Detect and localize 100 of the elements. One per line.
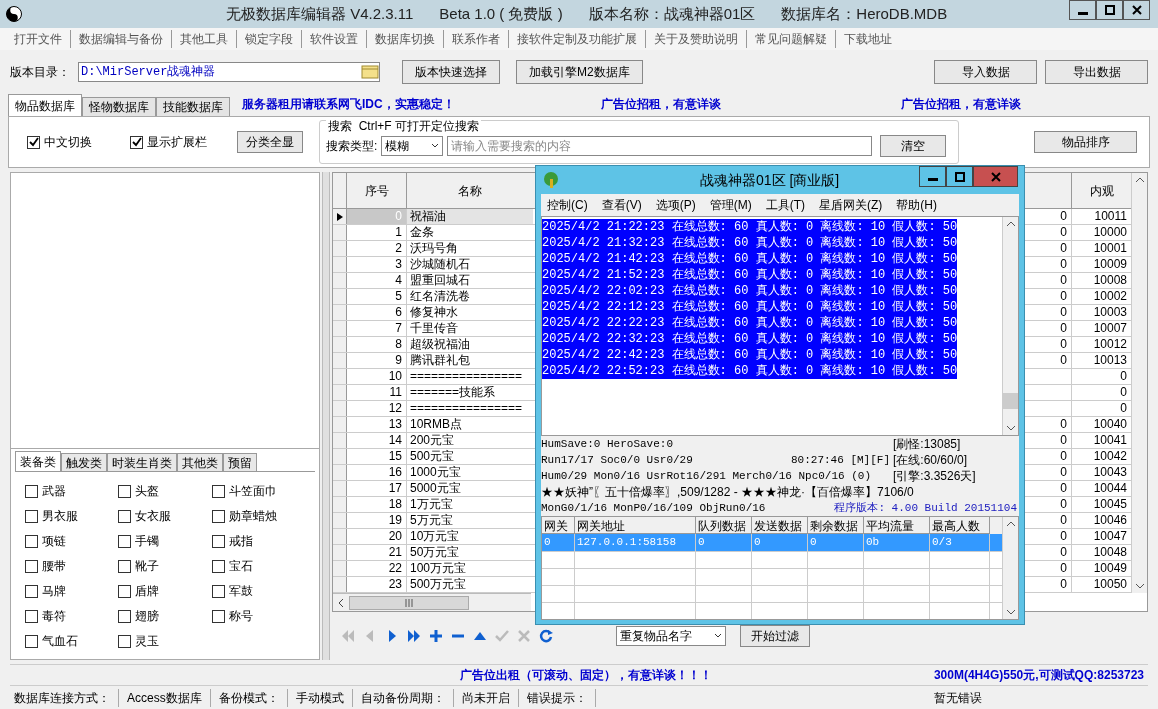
minimize-button[interactable]: [1069, 0, 1096, 20]
checkbox[interactable]: [211, 609, 225, 623]
minimize-icon: [927, 178, 938, 181]
tab[interactable]: 物品数据库: [8, 94, 82, 116]
menu-item[interactable]: 查看(V): [601, 196, 642, 214]
row-header[interactable]: [333, 209, 347, 224]
search-type-select[interactable]: 模糊: [381, 136, 444, 156]
column-header[interactable]: 序号: [347, 173, 407, 208]
close-button[interactable]: [1123, 0, 1150, 20]
menu-item[interactable]: 数据库切换: [366, 30, 443, 48]
clear-button[interactable]: 清空: [880, 135, 947, 157]
checkbox[interactable]: [118, 534, 132, 548]
checkbox[interactable]: [25, 609, 38, 623]
table-cell: 9: [347, 353, 407, 368]
show-all-button[interactable]: 分类全显: [237, 131, 303, 153]
directory-field[interactable]: D:\MirServer战魂神器: [78, 62, 380, 82]
menu-item[interactable]: 星盾网关(Z): [819, 196, 883, 214]
table-cell-text: 0: [1059, 273, 1068, 288]
menu-item[interactable]: 控制(C): [547, 196, 588, 214]
category-tab[interactable]: 预留: [223, 453, 257, 471]
checkbox[interactable]: [211, 484, 225, 498]
status-label: 自动备份周期：: [352, 688, 454, 707]
checkbox[interactable]: [25, 509, 38, 523]
tab[interactable]: 技能数据库: [156, 97, 230, 116]
refresh-icon[interactable]: [538, 628, 554, 644]
category-tab[interactable]: 触发类: [61, 453, 107, 471]
checkbox[interactable]: [211, 509, 225, 523]
checkbox-label: 气血石: [42, 633, 78, 650]
ad-text: 广告位出租（可滚动、固定），有意详谈！！！: [460, 667, 712, 684]
toolbar-button[interactable]: 导入数据: [934, 60, 1037, 84]
plus-icon[interactable]: [428, 628, 444, 644]
table-cell-text: 超级祝福油: [409, 337, 471, 352]
search-field[interactable]: 请输入需要搜索的内容: [447, 136, 873, 156]
vertical-scrollbar[interactable]: [1002, 517, 1018, 619]
sort-button[interactable]: 物品排序: [1034, 131, 1137, 153]
vertical-scrollbar[interactable]: [1131, 173, 1147, 593]
maximize-button[interactable]: [946, 166, 973, 187]
checkbox[interactable]: [25, 634, 38, 648]
checkbox[interactable]: [25, 584, 38, 598]
filter-button[interactable]: 开始过滤: [740, 625, 810, 647]
checkbox[interactable]: [118, 634, 132, 648]
menu-item[interactable]: 其他工具: [171, 30, 236, 48]
menu-item[interactable]: 常见问题解疑: [746, 30, 835, 48]
last-record-icon[interactable]: [406, 628, 422, 644]
checkbox-label: 勋章蜡烛: [228, 508, 277, 525]
table-cell-text: 盟重回城石: [409, 273, 471, 288]
toolbar-button[interactable]: 导出数据: [1045, 60, 1148, 84]
folder-icon: [361, 65, 379, 79]
checkbox[interactable]: [211, 534, 225, 548]
menu-item[interactable]: 锁定字段: [236, 30, 301, 48]
checkbox-label: 手镯: [135, 533, 160, 550]
scrollbar-thumb[interactable]: [1003, 393, 1018, 409]
menu-item[interactable]: 软件设置: [301, 30, 366, 48]
table-cell-text: ================: [409, 401, 524, 416]
checkbox[interactable]: [27, 135, 40, 149]
vertical-scrollbar[interactable]: [1002, 217, 1018, 435]
toolbar-button[interactable]: 版本快速选择: [402, 60, 500, 84]
tab[interactable]: 怪物数据库: [82, 97, 156, 116]
table-cell-text: 0: [1059, 513, 1068, 528]
menu-item[interactable]: 数据编辑与备份: [70, 30, 171, 48]
menu-item[interactable]: 工具(T): [765, 196, 805, 214]
checkbox[interactable]: [211, 584, 225, 598]
filter-select[interactable]: 重复物品名字: [616, 626, 726, 646]
menu-item[interactable]: 接软件定制及功能扩展: [508, 30, 645, 48]
menu-item[interactable]: 管理(M): [709, 196, 752, 214]
checkbox[interactable]: [118, 584, 132, 598]
menu-item[interactable]: 联系作者: [443, 30, 508, 48]
category-tab[interactable]: 装备类: [15, 451, 61, 471]
checkbox[interactable]: [211, 559, 225, 573]
checkbox[interactable]: [25, 559, 38, 573]
menu-item[interactable]: 帮助(H): [896, 196, 937, 214]
table-cell: 13: [347, 417, 407, 432]
minimize-button[interactable]: [919, 166, 946, 187]
ad-text: 广告位招租，有意详谈: [900, 96, 1021, 113]
table-cell: 11: [347, 385, 407, 400]
checkbox[interactable]: [25, 534, 38, 548]
toolbar-button[interactable]: 加载引擎M2数据库: [516, 60, 643, 84]
checkbox[interactable]: [118, 609, 132, 623]
checkbox[interactable]: [118, 559, 132, 573]
table-cell-text: 0: [1059, 225, 1068, 240]
status-text: 80:27:46 [M][F]: [791, 453, 891, 468]
menu-item[interactable]: 选项(P): [655, 196, 696, 214]
checkbox[interactable]: [118, 484, 132, 498]
checkmark-icon[interactable]: [494, 628, 510, 644]
scrollbar-thumb[interactable]: [349, 595, 469, 610]
table-cell: 0b: [864, 534, 930, 551]
menu-item[interactable]: 关于及赞助说明: [645, 30, 746, 48]
horizontal-scrollbar[interactable]: [333, 593, 531, 611]
category-tab[interactable]: 其他类: [177, 453, 223, 471]
column-header[interactable]: 名称: [407, 173, 533, 208]
menu-item[interactable]: 打开文件: [6, 30, 70, 48]
checkbox[interactable]: [118, 509, 132, 523]
menu-item[interactable]: 下载地址: [835, 30, 900, 48]
category-tab[interactable]: 时装生肖类: [107, 453, 177, 471]
search-type-label: 搜索类型:: [326, 138, 378, 155]
maximize-button[interactable]: [1096, 0, 1123, 20]
checkbox[interactable]: [25, 484, 38, 498]
table-cell-text: 200元宝: [409, 433, 456, 448]
checkbox[interactable]: [130, 135, 143, 149]
table-cell-text: 沃玛号角: [409, 241, 459, 256]
